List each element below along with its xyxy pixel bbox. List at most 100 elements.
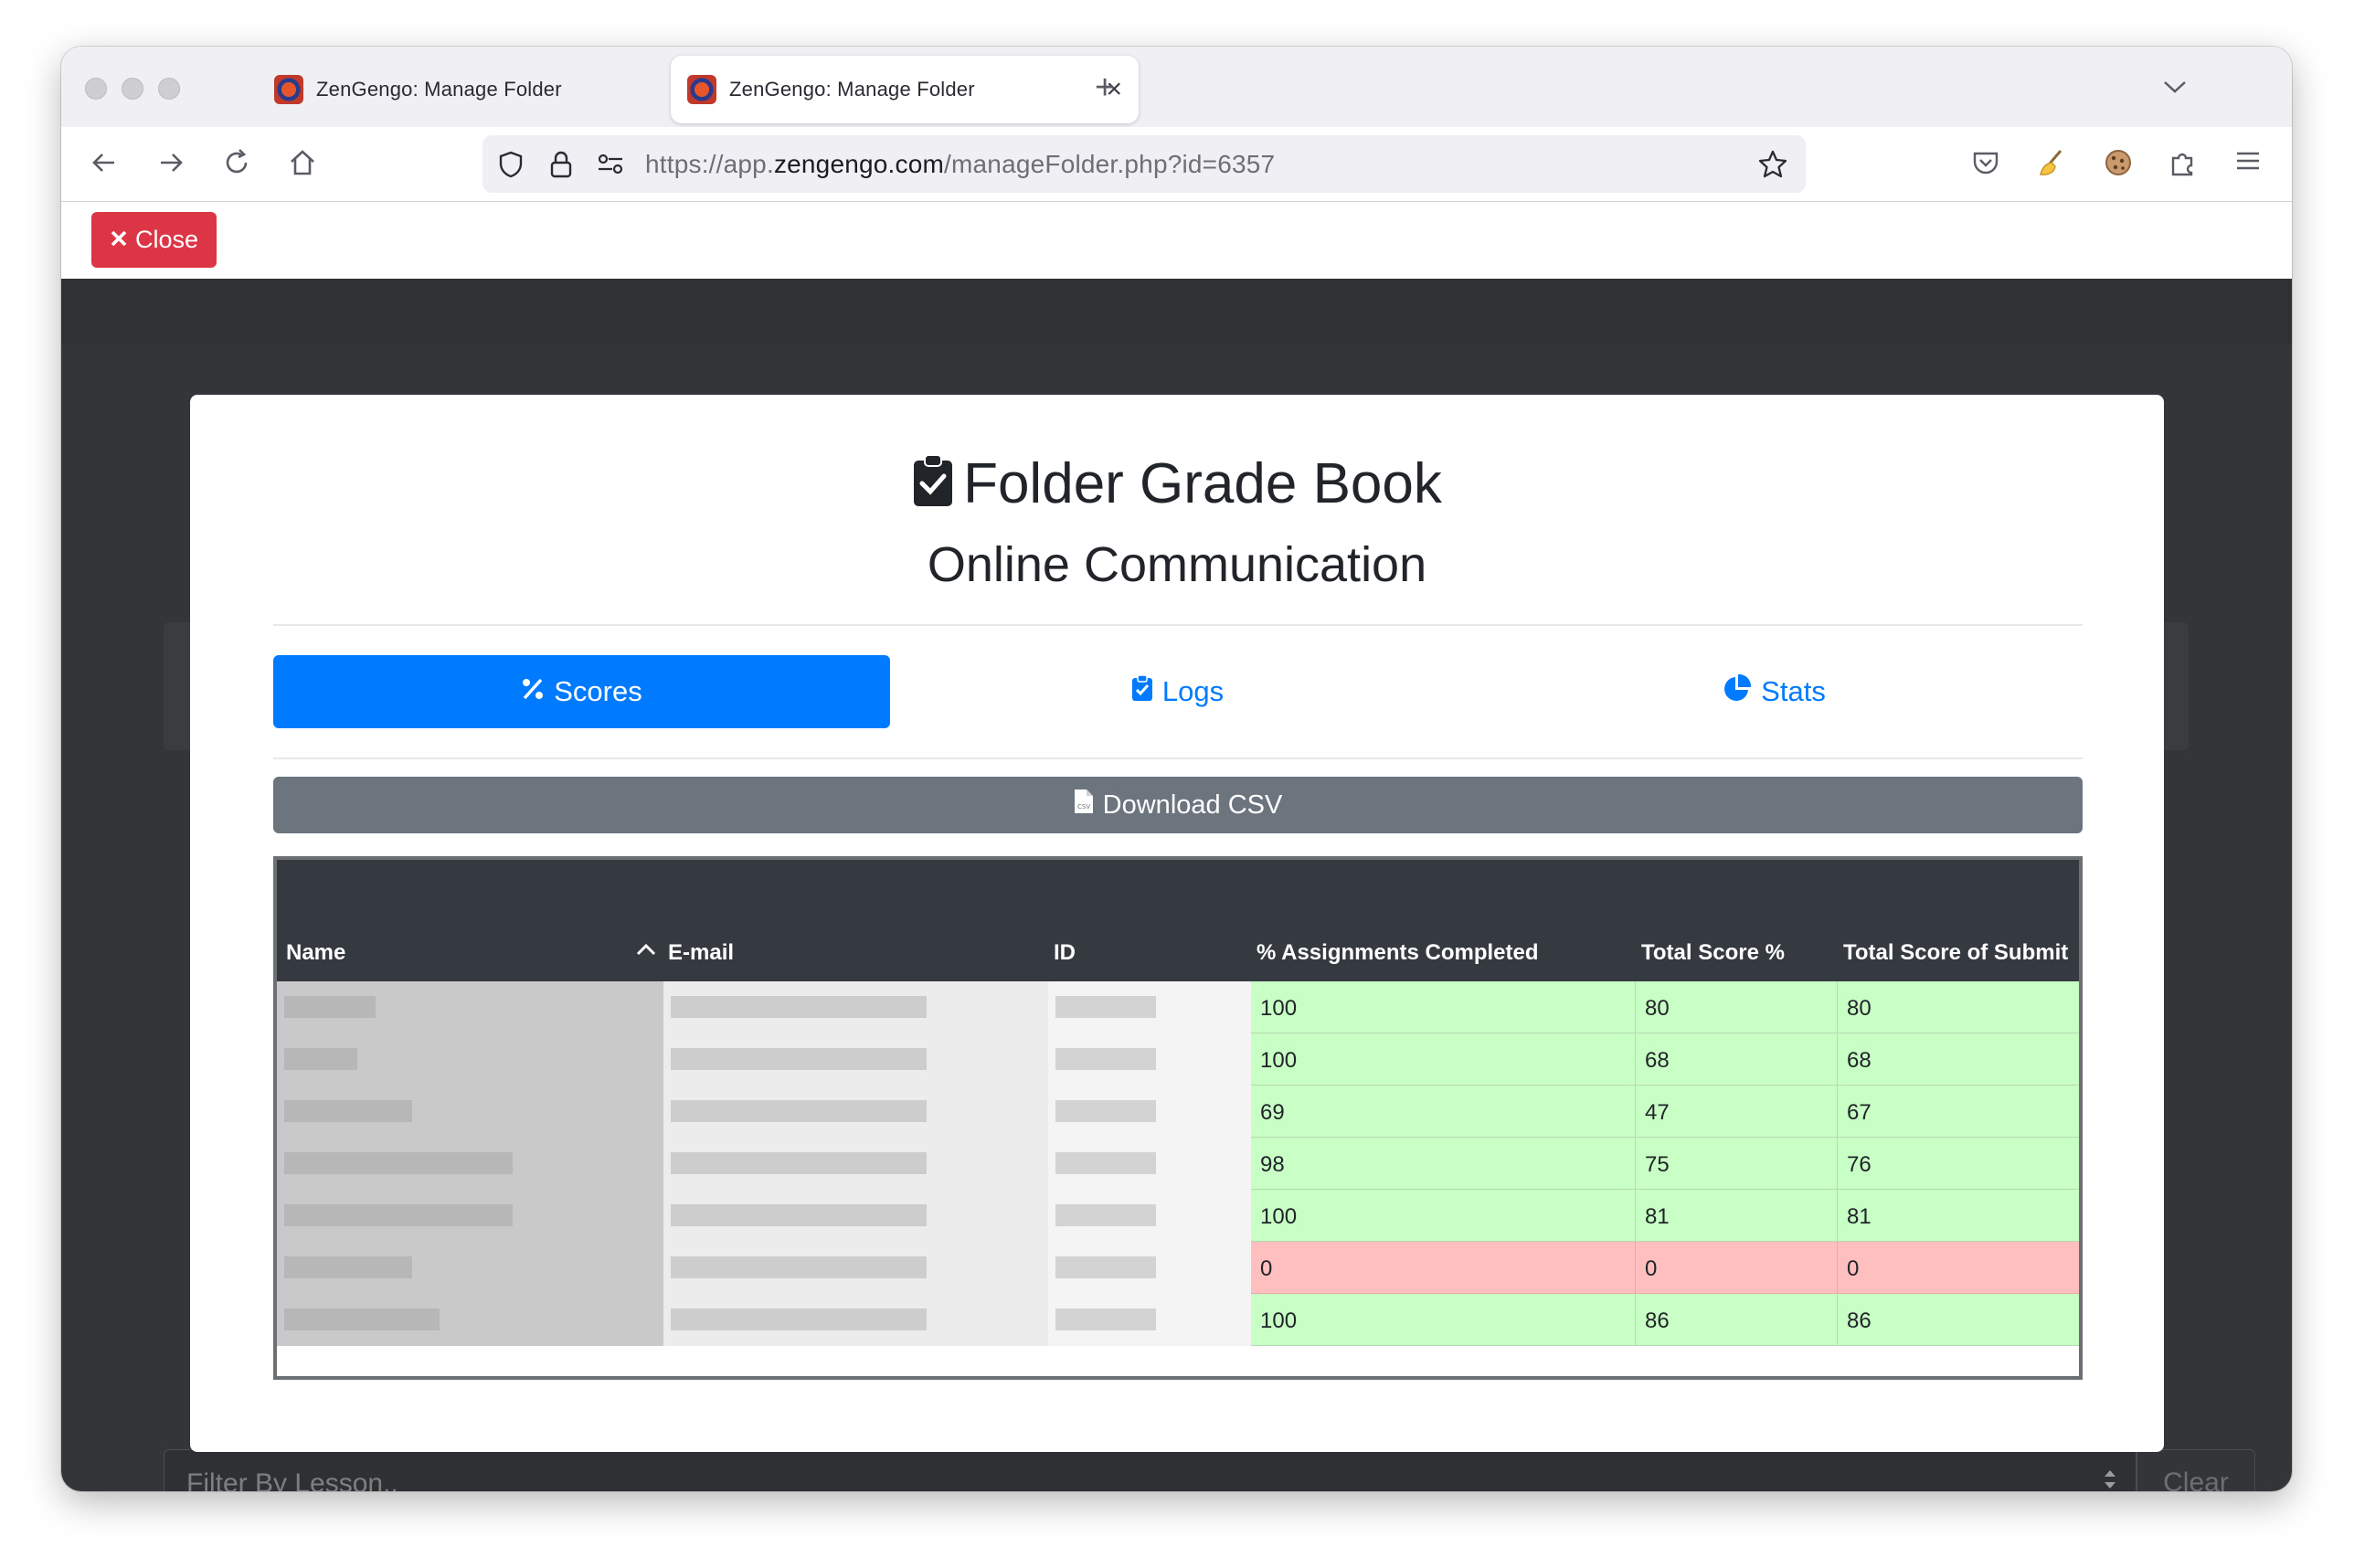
assignments-completed-cell: 69 [1251, 1086, 1636, 1138]
table-row: 100 81 81 [277, 1190, 2079, 1242]
percent-icon [521, 675, 545, 708]
home-icon[interactable] [287, 147, 318, 183]
column-header-total-score[interactable]: Total Score % [1641, 940, 1785, 966]
close-label: Close [134, 226, 199, 253]
redacted-email-cell [663, 1190, 1048, 1242]
redaction-block [284, 1048, 357, 1070]
redacted-name-cell [277, 1138, 663, 1190]
redacted-email-cell [663, 1294, 1048, 1346]
column-header-id[interactable]: ID [1054, 940, 1076, 966]
total-score-submitted-cell: 81 [1838, 1190, 2079, 1242]
tab-scores[interactable]: Scores [273, 655, 890, 728]
divider [273, 624, 2083, 626]
tab-stats[interactable]: Stats [1466, 655, 2083, 728]
shield-icon[interactable] [497, 150, 525, 184]
address-bar[interactable]: https://app.zengengo.com/manageFolder.ph… [482, 135, 1806, 193]
zengengo-favicon-icon [687, 75, 716, 104]
scores-table: Name E-mail ID % Assignments Completed T… [273, 856, 2083, 1380]
zengengo-favicon-icon [274, 75, 303, 104]
divider [273, 758, 2083, 759]
bookmark-star-icon[interactable] [1756, 148, 1789, 185]
window-close-dot[interactable] [85, 78, 107, 100]
forward-arrow-icon[interactable] [155, 147, 186, 183]
redaction-block [1055, 1204, 1156, 1226]
tab-title: ZenGengo: Manage Folder [729, 78, 975, 101]
assignments-completed-cell: 100 [1251, 1294, 1636, 1346]
total-score-submitted-cell: 0 [1838, 1242, 2079, 1294]
browser-tab-2[interactable]: ZenGengo: Manage Folder × [671, 56, 1139, 123]
download-csv-button[interactable]: CSV Download CSV [273, 777, 2083, 833]
filter-placeholder: Filter By Lesson.. [186, 1468, 398, 1491]
column-header-name[interactable]: Name [286, 940, 345, 966]
assignments-completed-cell: 100 [1251, 1190, 1636, 1242]
clear-button[interactable]: Clear [2137, 1449, 2255, 1491]
redacted-email-cell [663, 981, 1048, 1033]
total-score-submitted-cell: 67 [1838, 1086, 2079, 1138]
menu-hamburger-icon[interactable] [2234, 147, 2262, 179]
total-score-cell: 86 [1636, 1294, 1838, 1346]
extensions-puzzle-icon[interactable] [2168, 147, 2199, 183]
redaction-block [671, 1204, 927, 1226]
redaction-block [1055, 1152, 1156, 1174]
tab-label: Logs [1161, 675, 1225, 707]
reload-icon[interactable] [221, 147, 252, 183]
extension-broom-icon[interactable] [2035, 147, 2068, 185]
modal-title: Folder Grade Book [190, 451, 2164, 522]
back-arrow-icon[interactable] [89, 147, 120, 183]
redaction-block [284, 1204, 513, 1226]
redaction-block [671, 1308, 927, 1330]
redacted-email-cell [663, 1242, 1048, 1294]
url-scheme: https://app. [645, 150, 774, 178]
pocket-icon[interactable] [1970, 147, 2001, 183]
redacted-name-cell [277, 1294, 663, 1346]
site-permissions-icon[interactable] [596, 150, 625, 182]
grade-book-modal: Folder Grade Book Online Communication S… [190, 395, 2164, 1452]
lock-icon[interactable] [548, 150, 574, 184]
redaction-block [284, 1100, 412, 1122]
page-content: Close Filter By Lesson.. Clear Folder Gr… [61, 202, 2292, 1491]
modal-title-text: Folder Grade Book [963, 452, 1442, 515]
clipboard-check-icon [1131, 674, 1153, 709]
svg-text:CSV: CSV [1077, 803, 1090, 810]
total-score-cell: 81 [1636, 1190, 1838, 1242]
redaction-block [1055, 1308, 1156, 1330]
table-header: Name E-mail ID % Assignments Completed T… [277, 860, 2079, 981]
column-header-assignments-completed[interactable]: % Assignments Completed [1257, 940, 1539, 966]
table-row: 100 86 86 [277, 1294, 2079, 1346]
column-header-email[interactable]: E-mail [668, 940, 734, 966]
cookie-icon[interactable] [2103, 147, 2134, 183]
column-header-total-score-submitted[interactable]: Total Score of Submit [1843, 940, 2068, 966]
redacted-name-cell [277, 981, 663, 1033]
window-zoom-dot[interactable] [158, 78, 180, 100]
clipboard-check-icon [912, 453, 954, 522]
tab-logs[interactable]: Logs [869, 655, 1486, 728]
url-text: https://app.zengengo.com/manageFolder.ph… [645, 150, 1275, 179]
table-row: 100 80 80 [277, 981, 2079, 1033]
sort-ascending-icon[interactable] [635, 935, 657, 963]
assignments-completed-cell: 0 [1251, 1242, 1636, 1294]
chevron-down-icon[interactable] [2162, 72, 2188, 101]
redacted-id-cell [1048, 1242, 1251, 1294]
redacted-id-cell [1048, 981, 1251, 1033]
new-tab-icon[interactable]: + [1095, 70, 1115, 105]
tab-label: Stats [1761, 675, 1826, 707]
total-score-cell: 80 [1636, 981, 1838, 1033]
redacted-id-cell [1048, 1138, 1251, 1190]
redacted-id-cell [1048, 1294, 1251, 1346]
redacted-id-cell [1048, 1190, 1251, 1242]
browser-tab-1[interactable]: ZenGengo: Manage Folder × [258, 56, 715, 123]
file-csv-icon: CSV [1074, 789, 1094, 821]
window-minimize-dot[interactable] [122, 78, 143, 100]
folder-name: Online Communication [927, 537, 1427, 592]
filter-by-lesson-select[interactable]: Filter By Lesson.. [164, 1449, 2137, 1491]
redacted-email-cell [663, 1033, 1048, 1086]
close-button[interactable]: Close [91, 212, 217, 268]
download-csv-label: Download CSV [1102, 789, 1283, 820]
table-row: 69 47 67 [277, 1086, 2079, 1138]
redaction-block [284, 1308, 440, 1330]
assignments-completed-cell: 100 [1251, 1033, 1636, 1086]
redaction-block [1055, 996, 1156, 1018]
redaction-block [671, 1100, 927, 1122]
assignments-completed-cell: 100 [1251, 981, 1636, 1033]
url-path: /manageFolder.php?id=6357 [944, 150, 1276, 178]
